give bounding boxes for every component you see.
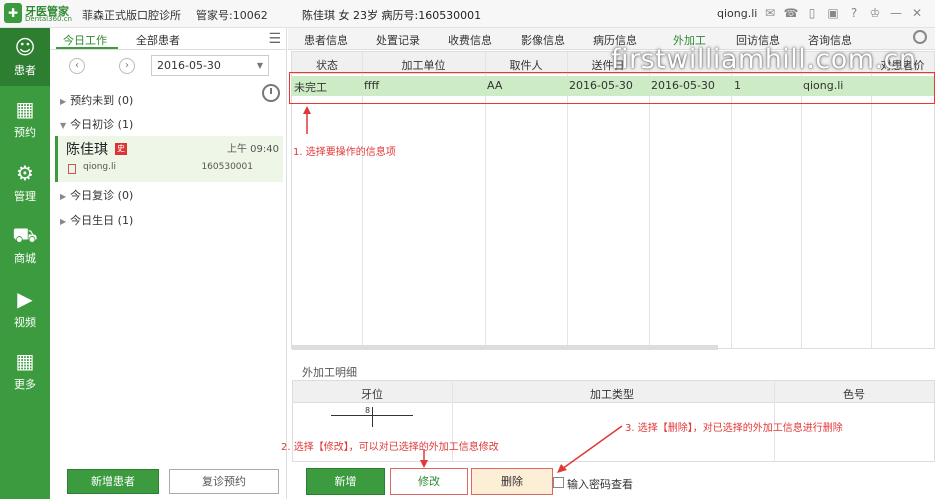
col-shade: 色号	[843, 388, 865, 401]
followup-appointment-button[interactable]: 复诊预约	[169, 469, 279, 494]
calendar-icon: ▦	[15, 97, 35, 121]
person-icon: ☺	[14, 35, 36, 59]
detail-header: 牙位 加工类型 色号	[293, 381, 934, 403]
col-picker[interactable]: 取件人	[485, 52, 567, 73]
appointment-time: 上午 09:40	[227, 144, 279, 155]
manager-number: 管家号:10062	[196, 9, 268, 22]
nav-management[interactable]: ⚙ 管理	[0, 154, 50, 212]
nav-label: 更多	[14, 378, 36, 391]
menu-icon[interactable]: ☰	[268, 31, 281, 47]
selection-highlight-box	[289, 72, 935, 104]
patient-panel: 今日工作 全部患者 ☰ ‹ › 2016-05-30 ▼ ▶ 预约未到 (0) ▼…	[50, 28, 287, 499]
play-icon: ▶	[17, 287, 33, 311]
col-processing-type: 加工类型	[590, 388, 634, 401]
nav-label: 商城	[14, 252, 36, 265]
nav-label: 管理	[14, 190, 36, 203]
help-icon[interactable]: ?	[846, 5, 862, 21]
nav-patients[interactable]: ☺ 患者	[0, 28, 50, 86]
group-revisit[interactable]: ▶ 今日复诊 (0)	[60, 187, 133, 203]
triangle-down-icon: ▼	[60, 121, 67, 130]
group-first-visit[interactable]: ▼ 今日初诊 (1)	[60, 116, 133, 132]
tab-patient-info[interactable]: 患者信息	[304, 32, 348, 48]
edit-button[interactable]: 修改	[390, 468, 468, 495]
nav-label: 预约	[14, 126, 36, 139]
watermark-text: firstwilliamhill.com.cn	[611, 44, 917, 75]
date-value: 2016-05-30	[157, 59, 221, 72]
nav-more[interactable]: ▦ 更多	[0, 342, 50, 400]
tab-underline	[56, 47, 118, 49]
add-patient-button[interactable]: 新增患者	[67, 469, 159, 494]
shirt-icon[interactable]: ♔	[867, 5, 883, 21]
horizontal-scrollbar[interactable]	[292, 345, 718, 350]
triangle-right-icon: ▶	[60, 217, 67, 226]
tab-imaging[interactable]: 影像信息	[521, 32, 565, 48]
tab-today-work[interactable]: 今日工作	[63, 32, 107, 48]
title-toolbar: ✉ ☎ ▯ ▣ ? ♔ — ✕	[762, 5, 925, 23]
alarm-clock-icon[interactable]	[262, 84, 280, 102]
phone-icon[interactable]: ☎	[783, 5, 799, 21]
detail-section-label: 外加工明细	[302, 366, 357, 379]
arrow-head-3	[557, 464, 567, 473]
add-button[interactable]: 新增	[306, 468, 385, 495]
nav-appointments[interactable]: ▦ 预约	[0, 90, 50, 148]
app-logo: ✚ 牙医管家 Dental360.cn	[4, 3, 76, 25]
delete-button[interactable]: 删除	[471, 468, 553, 495]
annotation-step-3: 3. 选择【删除】，对已选择的外加工信息进行删除	[625, 423, 843, 434]
main-nav: ☺ 患者 ▦ 预约 ⚙ 管理 ⛟ 商城 ▶ 视频 ▦ 更多	[0, 28, 50, 499]
prev-date-button[interactable]: ‹	[69, 58, 85, 74]
group-unarrived[interactable]: ▶ 预约未到 (0)	[60, 92, 133, 108]
col-tooth-position: 牙位	[361, 388, 383, 401]
nav-label: 视频	[14, 316, 36, 329]
lock-icon[interactable]: ▣	[825, 5, 841, 21]
nav-video[interactable]: ▶ 视频	[0, 280, 50, 338]
group-label: 今日生日 (1)	[70, 214, 134, 227]
tooth-chart-vertical	[372, 407, 373, 427]
tooth-number: 8	[365, 406, 371, 415]
tooth-icon: ✚	[4, 3, 22, 23]
settings-icon[interactable]	[913, 30, 927, 44]
clinic-name: 菲森正式版口腔诊所	[82, 9, 181, 22]
group-label: 今日初诊 (1)	[70, 118, 134, 131]
annotation-step-2: 2. 选择【修改】，可以对已选择的外加工信息修改	[281, 442, 499, 453]
group-label: 预约未到 (0)	[70, 94, 134, 107]
nav-label: 患者	[14, 64, 36, 77]
title-bar: ✚ 牙医管家 Dental360.cn 菲森正式版口腔诊所 管家号:10062 …	[0, 0, 935, 28]
minimize-icon[interactable]: —	[888, 5, 904, 21]
history-badge: 史	[115, 143, 127, 155]
panel-tabs: 今日工作 全部患者 ☰	[50, 28, 287, 50]
cart-icon: ⛟	[12, 223, 38, 247]
mobile-icon[interactable]: ▯	[804, 5, 820, 21]
next-date-button[interactable]: ›	[119, 58, 135, 74]
gear-icon: ⚙	[16, 161, 34, 185]
password-view-checkbox[interactable]	[553, 477, 564, 488]
nav-store[interactable]: ⛟ 商城	[0, 216, 50, 274]
patient-card[interactable]: 陈佳琪 史 上午 09:40 qiong.li 160530001	[55, 136, 283, 182]
col-lab[interactable]: 加工单位	[362, 52, 485, 73]
close-icon[interactable]: ✕	[909, 5, 925, 21]
patient-header: 陈佳琪 女 23岁 病历号:160530001	[302, 9, 482, 22]
triangle-right-icon: ▶	[60, 192, 67, 201]
group-birthday[interactable]: ▶ 今日生日 (1)	[60, 212, 133, 228]
message-icon[interactable]: ✉	[762, 5, 778, 21]
doctor-name: qiong.li	[83, 162, 116, 172]
patient-name: 陈佳琪	[66, 142, 108, 158]
chevron-down-icon: ▼	[256, 61, 263, 70]
date-bar: ‹ › 2016-05-30 ▼	[50, 52, 287, 80]
col-status[interactable]: 状态	[292, 52, 362, 73]
triangle-right-icon: ▶	[60, 97, 67, 106]
grid-icon: ▦	[15, 349, 35, 373]
annotation-step-1: 1. 选择要操作的信息项	[293, 147, 396, 158]
password-view-label: 输入密码查看	[567, 478, 633, 491]
doctor-icon	[68, 164, 76, 174]
tab-billing[interactable]: 收费信息	[448, 32, 492, 48]
tab-treatment[interactable]: 处置记录	[376, 32, 420, 48]
group-label: 今日复诊 (0)	[70, 189, 134, 202]
date-picker[interactable]: 2016-05-30 ▼	[151, 55, 269, 76]
logo-subtitle: Dental360.cn	[25, 15, 72, 23]
record-number: 160530001	[201, 162, 253, 172]
current-user[interactable]: qiong.li	[717, 7, 757, 20]
tab-all-patients[interactable]: 全部患者	[136, 32, 180, 48]
